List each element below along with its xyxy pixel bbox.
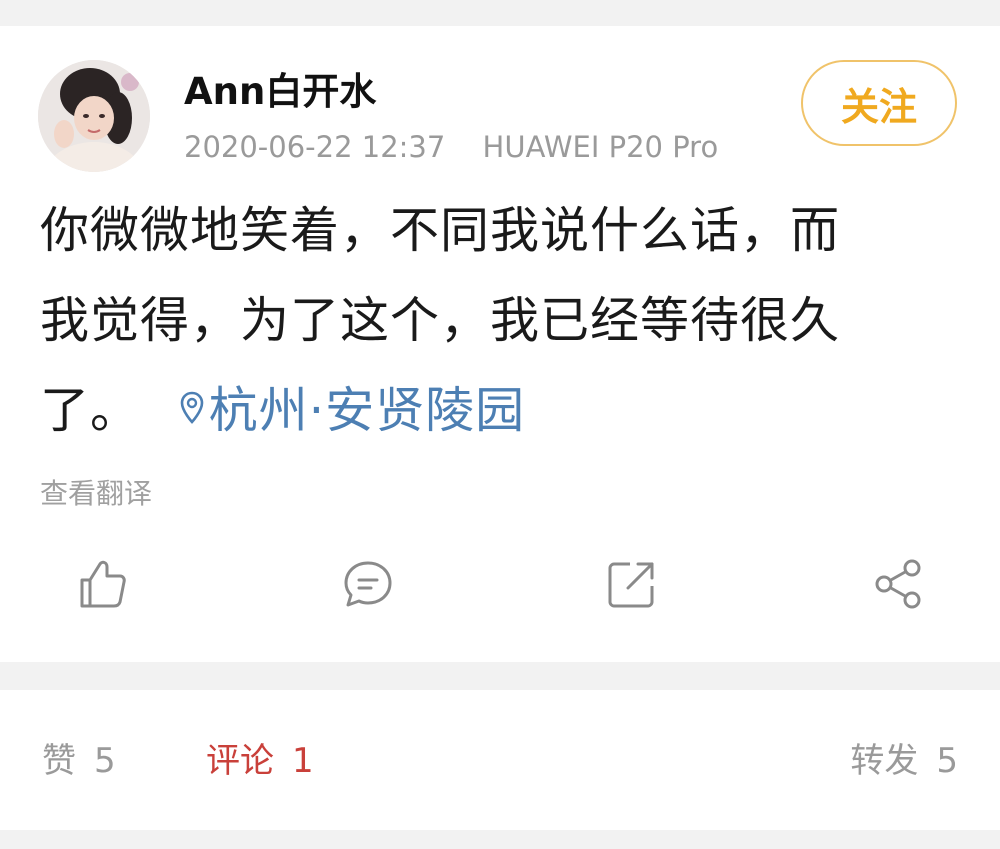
share-icon[interactable]: [870, 556, 926, 612]
repost-icon[interactable]: [604, 556, 660, 612]
reposts-label: 转发: [850, 741, 919, 781]
tab-comments[interactable]: 评论 1: [206, 738, 314, 784]
username[interactable]: Ann白开水: [184, 66, 376, 118]
location-link[interactable]: 杭州·安贤陵园: [179, 382, 526, 439]
post-text-line: 我觉得，为了这个，我已经等待很久: [40, 292, 841, 349]
location-label: 杭州·安贤陵园: [208, 382, 526, 439]
post-device: HUAWEI P20 Pro: [482, 130, 719, 164]
tab-reposts[interactable]: 转发 5: [850, 738, 958, 784]
location-pin-icon: [179, 365, 205, 455]
post-body: 你微微地笑着，不同我说什么话，而 我觉得，为了这个，我已经等待很久 了。 杭州·…: [40, 186, 965, 459]
post-text-line-end: 了。: [40, 382, 141, 439]
likes-count: 5: [94, 741, 116, 781]
stats-tab-bar: 赞5 评论 1 转发 5: [0, 690, 1000, 830]
post-meta: 2020-06-22 12:37 HUAWEI P20 Pro: [184, 126, 718, 168]
comment-icon[interactable]: [340, 556, 396, 612]
follow-button[interactable]: 关注: [801, 60, 957, 146]
comments-label: 评论: [206, 741, 274, 781]
post-text-line: 你微微地笑着，不同我说什么话，而: [40, 202, 841, 259]
thumbs-up-icon[interactable]: [74, 556, 130, 612]
top-separator: [0, 0, 1000, 26]
section-separator: [0, 662, 1000, 690]
reposts-count: 5: [936, 741, 958, 781]
post-timestamp: 2020-06-22 12:37: [184, 130, 446, 164]
translate-link[interactable]: 查看翻译: [40, 474, 152, 514]
post-card: Ann白开水 2020-06-22 12:37 HUAWEI P20 Pro 关…: [0, 26, 1000, 662]
comments-count: 1: [292, 741, 314, 781]
likes-label: 赞: [42, 741, 76, 781]
tab-likes[interactable]: 赞5: [42, 738, 116, 784]
post-text-line-last: 了。 杭州·安贤陵园: [40, 366, 965, 459]
bottom-separator: [0, 830, 1000, 849]
avatar[interactable]: [38, 60, 150, 172]
